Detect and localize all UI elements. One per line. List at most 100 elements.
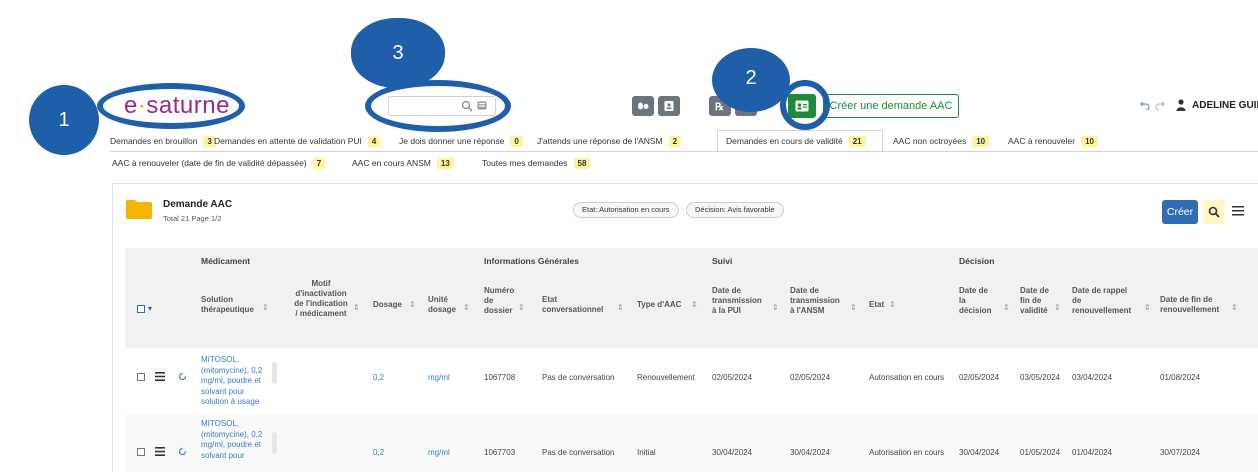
sort-icon[interactable]: ⇕ bbox=[691, 300, 698, 309]
header-date-fin-renouvellement[interactable]: Date de fin de renouvellement bbox=[1160, 295, 1219, 315]
tab-attends-reponse-ansm[interactable]: J'attends une réponse de l'ANSM 2 bbox=[537, 131, 717, 151]
date-ansm-value: 30/04/2024 bbox=[790, 448, 831, 457]
etat-conversationnel-value: Pas de conversation bbox=[542, 373, 615, 382]
sort-icon[interactable]: ⇕ bbox=[409, 300, 416, 309]
header-etat-conversationnel[interactable]: Etat conversationnel bbox=[542, 295, 603, 315]
row-menu-icon[interactable] bbox=[155, 447, 165, 456]
header-date-transmission-pui[interactable]: Date de transmission à la PUI bbox=[712, 286, 762, 316]
tab-count-badge: 58 bbox=[573, 157, 591, 169]
user-name[interactable]: ADELINE GUILLAUME bbox=[1192, 100, 1258, 111]
etat-value: Autorisation en cours bbox=[869, 373, 945, 382]
unite-value: mg/ml bbox=[428, 373, 450, 382]
medication-button[interactable] bbox=[632, 96, 654, 116]
date-fin-renouvellement-value: 01/08/2024 bbox=[1160, 373, 1201, 382]
tabs-divider bbox=[110, 151, 1258, 152]
sort-icon[interactable]: ⇕ bbox=[1144, 303, 1151, 312]
date-ansm-value: 02/05/2024 bbox=[790, 373, 831, 382]
date-fin-validite-value: 03/05/2024 bbox=[1020, 373, 1061, 382]
tab-label: Toutes mes demandes bbox=[482, 158, 568, 168]
tab-en-cours-ansm[interactable]: AAC en cours ANSM 13 bbox=[352, 153, 482, 173]
sort-icon[interactable]: ⇕ bbox=[1231, 303, 1238, 312]
header-dosage[interactable]: Dosage bbox=[373, 300, 402, 310]
sort-icon[interactable]: ⇕ bbox=[617, 303, 624, 312]
sort-icon[interactable]: ⇕ bbox=[772, 303, 779, 312]
date-fin-renouvellement-value: 30/07/2024 bbox=[1160, 448, 1201, 457]
header-date-decision[interactable]: Date de la décision bbox=[959, 286, 991, 316]
group-decision: Décision bbox=[959, 256, 995, 266]
table-group-header bbox=[125, 248, 1258, 272]
refresh-icon[interactable] bbox=[178, 447, 187, 456]
sort-icon[interactable]: ⇕ bbox=[463, 303, 470, 312]
redo-icon[interactable] bbox=[1155, 100, 1165, 110]
group-medicament: Médicament bbox=[201, 256, 251, 266]
status-tabs-row-2: AAC à renouveler (date de fin de validit… bbox=[112, 153, 602, 173]
tab-donner-reponse[interactable]: Je dois donner une réponse 0 bbox=[399, 131, 537, 151]
panel-search-button[interactable] bbox=[1203, 200, 1225, 224]
tab-toutes-demandes[interactable]: Toutes mes demandes 58 bbox=[482, 153, 602, 173]
etat-conversationnel-value: Pas de conversation bbox=[542, 448, 615, 457]
tab-label: Demandes en brouillon bbox=[110, 136, 198, 146]
header-unite-dosage[interactable]: Unité dosage bbox=[428, 295, 456, 315]
annotation-bubble-2: 2 bbox=[712, 48, 790, 112]
row-checkbox[interactable] bbox=[137, 448, 145, 456]
patient-button[interactable] bbox=[658, 96, 680, 116]
annotation-ring-logo bbox=[97, 83, 245, 129]
select-all-dropdown-icon[interactable]: ▾ bbox=[148, 304, 152, 313]
cell-scrollbar[interactable] bbox=[272, 432, 277, 454]
date-rappel-value: 01/04/2024 bbox=[1072, 448, 1113, 457]
header-numero-dossier[interactable]: Numéro de dossier bbox=[484, 286, 514, 316]
tab-a-renouveler[interactable]: AAC à renouveler 10 bbox=[1008, 131, 1118, 151]
header-solution[interactable]: Solution thérapeutique bbox=[201, 295, 254, 315]
sort-icon[interactable]: ⇕ bbox=[1054, 303, 1061, 312]
filter-etat-chip[interactable]: Etat: Autorisation en cours bbox=[573, 202, 679, 218]
tab-label: AAC en cours ANSM bbox=[352, 158, 431, 168]
tab-label: Demandes en cours de validité bbox=[726, 136, 843, 146]
sort-icon[interactable]: ⇕ bbox=[518, 303, 525, 312]
sort-icon[interactable]: ⇕ bbox=[889, 300, 896, 309]
type-aac-value: Initial bbox=[637, 448, 656, 457]
tab-brouillon[interactable]: Demandes en brouillon 3 bbox=[110, 131, 216, 151]
date-rappel-value: 03/04/2024 bbox=[1072, 373, 1113, 382]
cell-scrollbar[interactable] bbox=[272, 362, 277, 384]
tab-count-badge: 21 bbox=[848, 135, 866, 147]
medicament-name[interactable]: MITOSOL, (mitomycine), 0,2 mg/ml, poudre e… bbox=[201, 419, 273, 461]
pills-icon bbox=[638, 102, 649, 110]
select-all-checkbox[interactable] bbox=[137, 305, 145, 313]
date-decision-value: 30/04/2024 bbox=[959, 448, 1000, 457]
header-date-rappel-renouvellement[interactable]: Date de rappel de renouvellement bbox=[1072, 286, 1131, 316]
tab-attente-validation-pui[interactable]: Demandes en attente de validation PUI 4 bbox=[214, 131, 399, 151]
filter-decision-chip[interactable]: Décision: Avis favorable bbox=[686, 202, 784, 218]
header-date-transmission-ansm[interactable]: Date de transmission à l'ANSM bbox=[790, 286, 840, 316]
type-aac-value: Renouvellement bbox=[637, 373, 695, 382]
sort-icon[interactable]: ⇕ bbox=[850, 303, 857, 312]
tab-renouveler-depassee[interactable]: AAC à renouveler (date de fin de validit… bbox=[112, 153, 352, 173]
tab-label: AAC à renouveler (date de fin de validit… bbox=[112, 158, 307, 168]
menu-icon[interactable] bbox=[1232, 204, 1244, 218]
table-row[interactable] bbox=[125, 414, 1258, 472]
user-icon[interactable] bbox=[1176, 99, 1186, 111]
sort-icon[interactable]: ⇕ bbox=[1003, 303, 1010, 312]
sort-icon[interactable]: ⇕ bbox=[262, 303, 269, 312]
medicament-name[interactable]: MITOSOL, (mitomycine), 0,2 mg/ml, poudre e… bbox=[201, 355, 273, 408]
sort-icon[interactable]: ⇕ bbox=[353, 303, 360, 312]
tab-en-cours-validite[interactable]: Demandes en cours de validité 21 bbox=[717, 130, 883, 152]
header-type-aac[interactable]: Type d'AAC bbox=[637, 300, 681, 310]
create-aac-request-button[interactable]: Créer une demande AAC bbox=[823, 94, 959, 118]
annotation-bubble-3: 3 bbox=[351, 18, 445, 88]
row-menu-icon[interactable] bbox=[155, 372, 165, 381]
annotation-ring-search bbox=[365, 80, 511, 132]
date-fin-validite-value: 01/05/2024 bbox=[1020, 448, 1061, 457]
date-pui-value: 30/04/2024 bbox=[712, 448, 753, 457]
create-button[interactable]: Créer bbox=[1162, 200, 1198, 224]
header-motif[interactable]: Motif d'inactivation de l'indication / médi… bbox=[291, 279, 351, 319]
undo-icon[interactable] bbox=[1140, 100, 1150, 110]
header-etat[interactable]: Etat bbox=[869, 300, 884, 310]
tab-label: Demandes en attente de validation PUI bbox=[214, 136, 362, 146]
header-date-fin-validite[interactable]: Date de fin de validité bbox=[1020, 286, 1049, 316]
dosage-value: 0,2 bbox=[373, 448, 385, 457]
row-checkbox[interactable] bbox=[137, 373, 145, 381]
tab-non-octroyees[interactable]: AAC non octroyées 10 bbox=[883, 131, 1008, 151]
panel-subtitle: Total 21 Page 1/2 bbox=[163, 214, 222, 223]
refresh-icon[interactable] bbox=[178, 372, 187, 381]
tab-count-badge: 10 bbox=[1081, 135, 1098, 147]
